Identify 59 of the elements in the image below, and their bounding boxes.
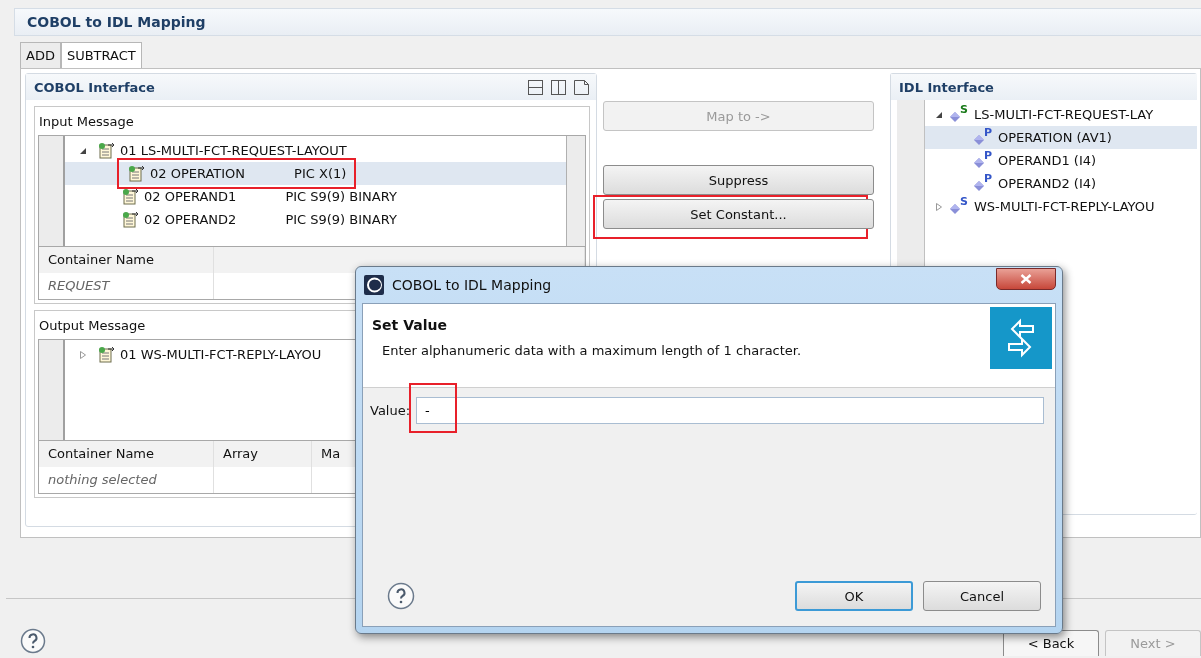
type-letter: P — [984, 172, 993, 185]
type-letter: P — [984, 126, 993, 139]
app-logo-icon — [364, 275, 384, 295]
table-cell: REQUEST — [39, 273, 214, 299]
dialog-button[interactable]: OK — [795, 581, 913, 611]
tree-item[interactable]: LS-MULTI-FCT-REQUEST-LAY — [974, 107, 1154, 122]
group-label: Output Message — [38, 317, 146, 335]
picture-clause: PIC S9(9) BINARY — [285, 212, 397, 227]
panel-title: IDL Interface — [899, 79, 994, 95]
close-button[interactable] — [996, 268, 1056, 290]
panel-title: COBOL Interface — [34, 79, 155, 95]
tree-item[interactable]: OPERATION (AV1) — [998, 130, 1112, 145]
column-header[interactable]: Container Name — [39, 247, 214, 273]
diamond-icon — [973, 179, 985, 192]
help-icon — [387, 582, 415, 610]
vertical-split-icon — [550, 78, 567, 96]
single-page-icon — [573, 78, 590, 96]
wizard-button[interactable]: < Back — [1003, 630, 1099, 656]
value-field[interactable]: - — [416, 397, 1044, 424]
document-icon — [127, 165, 145, 182]
tree-item[interactable]: 01 LS-MULTI-FCT-REQUEST-LAYOUT — [120, 143, 347, 158]
tree-item[interactable]: 02 OPERAND2 — [144, 212, 237, 227]
tree-item[interactable]: OPERAND1 (I4) — [998, 153, 1097, 168]
document-icon — [121, 211, 139, 228]
tree-item[interactable]: OPERAND2 (I4) — [998, 176, 1097, 191]
diamond-icon — [949, 110, 961, 123]
dialog-button[interactable]: Cancel — [923, 581, 1041, 611]
diamond-icon — [973, 133, 985, 146]
document-icon — [121, 188, 139, 205]
column-header[interactable]: Array — [214, 441, 312, 467]
group-label: Input Message — [38, 113, 134, 131]
window-title: COBOL to IDL Mapping — [14, 8, 1201, 36]
type-letter: S — [960, 103, 968, 116]
document-icon — [97, 346, 115, 363]
tree-item[interactable]: 01 WS-MULTI-FCT-REPLY-LAYOU — [120, 347, 322, 362]
tab[interactable]: SUBTRACT — [60, 42, 142, 68]
diamond-icon — [949, 202, 961, 215]
dialog-heading: Set Value — [372, 317, 448, 333]
dialog-title: COBOL to IDL Mapping — [392, 277, 553, 293]
swap-arrows-icon — [990, 307, 1052, 369]
picture-clause: PIC X(1) — [294, 166, 347, 181]
field-label: Value: — [370, 403, 411, 418]
type-letter: S — [960, 195, 968, 208]
tab[interactable]: ADD — [20, 42, 61, 68]
picture-clause: PIC S9(9) BINARY — [285, 189, 397, 204]
help-icon — [20, 628, 46, 654]
diamond-icon — [973, 156, 985, 169]
action-button[interactable]: Suppress — [603, 165, 874, 195]
document-icon — [97, 142, 115, 159]
column-header[interactable]: Container Name — [39, 441, 214, 467]
close-icon — [1020, 274, 1032, 284]
horizontal-split-icon — [527, 78, 544, 96]
type-letter: P — [984, 149, 993, 162]
action-button[interactable]: Set Constant... — [603, 199, 874, 229]
dialog-message: Enter alphanumeric data with a maximum length of 1 character. — [382, 343, 802, 358]
tree-item[interactable]: 02 OPERAND1 — [144, 189, 237, 204]
tree-item[interactable]: WS-MULTI-FCT-REPLY-LAYOU — [974, 199, 1155, 214]
tree-item[interactable]: 02 OPERATION — [150, 166, 246, 181]
table-cell: nothing selected — [39, 467, 214, 493]
